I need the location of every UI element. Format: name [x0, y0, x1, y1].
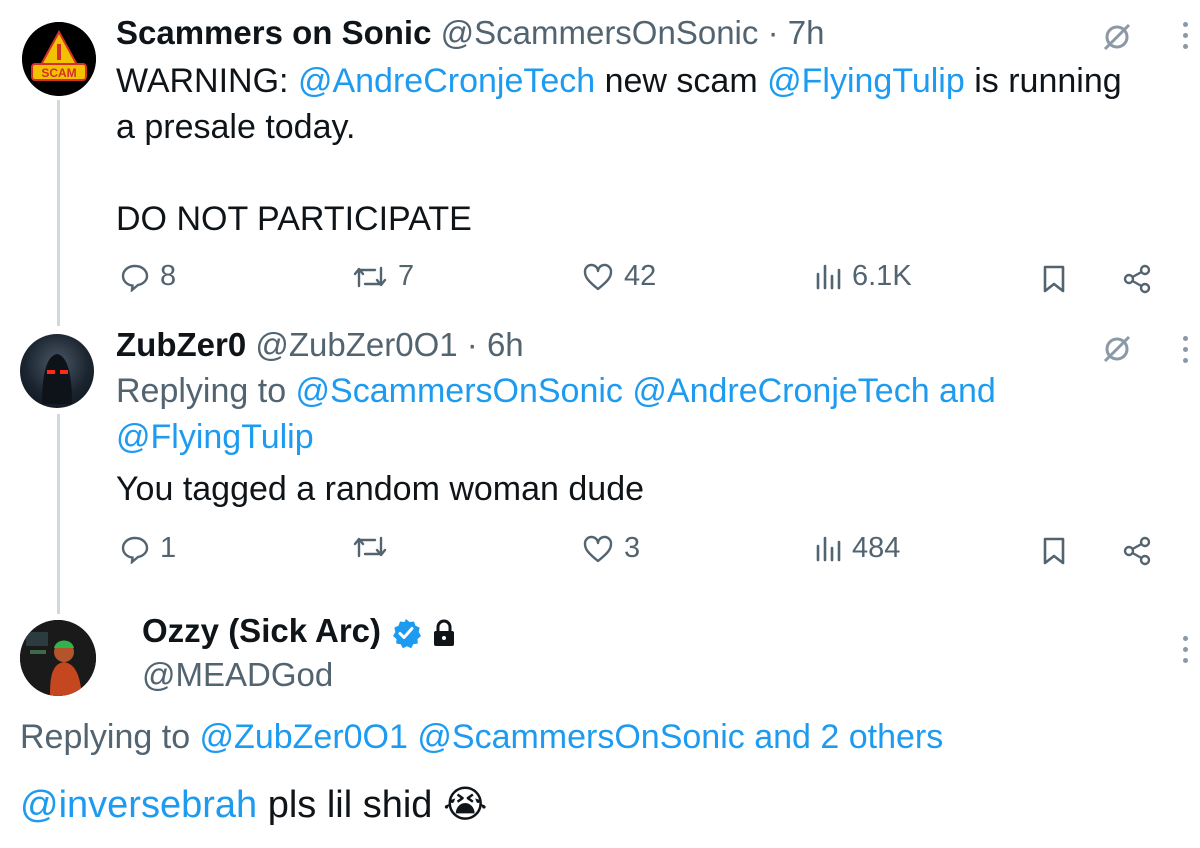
like-button[interactable]: 42 [582, 260, 656, 293]
grok-icon[interactable] [1100, 20, 1134, 54]
views-icon [816, 536, 841, 561]
replying-to: Replying to @ZubZer0O1 @ScammersOnSonic … [20, 718, 944, 756]
display-name[interactable]: Ozzy (Sick Arc) [142, 612, 381, 649]
mention-link[interactable]: @ZubZer0O1 [200, 718, 408, 756]
handle[interactable]: @ZubZer0O1 [255, 326, 457, 363]
views-count: 484 [852, 532, 901, 564]
replying-to: Replying to @ScammersOnSonic @AndreCronj… [116, 372, 996, 456]
views-button[interactable]: 484 [814, 532, 900, 565]
mention-link[interactable]: @FlyingTulip [767, 62, 965, 100]
display-name[interactable]: Scammers on Sonic [116, 14, 431, 51]
thread-line-2 [57, 414, 60, 614]
bookmark-icon[interactable] [1042, 264, 1066, 294]
robot-face-icon [42, 354, 72, 404]
avatar[interactable] [20, 620, 96, 696]
repost-icon [353, 536, 387, 558]
verified-badge-icon [393, 619, 422, 649]
tweet-header: Scammers on Sonic @ScammersOnSonic · 7h [116, 14, 824, 52]
reply-count: 1 [160, 532, 177, 564]
reply-button[interactable]: 1 [120, 532, 176, 565]
repost-icon [353, 266, 387, 287]
tweet-header: ZubZer0 @ZubZer0O1 · 6h [116, 326, 524, 364]
like-button[interactable]: 3 [582, 532, 640, 565]
reply-icon [121, 536, 149, 564]
views-button[interactable]: 6.1K [814, 260, 912, 293]
more-icon[interactable] [1180, 636, 1190, 669]
mention-link[interactable]: @AndreCronjeTech [298, 62, 595, 100]
views-count: 6.1K [852, 260, 912, 292]
mention-link[interactable]: @ScammersOnSonic [417, 718, 744, 756]
avatar[interactable]: SCAM [22, 22, 96, 96]
mention-link[interactable]: @inversebrah [20, 784, 257, 826]
tweet-header: Ozzy (Sick Arc) [142, 612, 457, 650]
crying-face-emoji: 😭 [443, 784, 488, 826]
share-icon[interactable] [1122, 264, 1152, 294]
mention-link[interactable]: @FlyingTulip [116, 418, 314, 456]
avatar-label: SCAM [41, 66, 77, 80]
scam-warning-icon [22, 22, 96, 96]
repost-count: 7 [398, 260, 415, 292]
share-icon[interactable] [1122, 536, 1152, 566]
tweet-text: WARNING: @AndreCronjeTech new scam @Flyi… [116, 62, 1122, 146]
more-icon[interactable] [1180, 336, 1190, 369]
views-icon [816, 264, 841, 289]
reply-icon [121, 264, 149, 292]
mention-link[interactable]: @AndreCronjeTech [632, 372, 929, 410]
thread-line-1 [57, 100, 60, 326]
profile-picture-icon [20, 620, 96, 696]
mention-link[interactable]: @ScammersOnSonic [296, 372, 623, 410]
bookmark-icon[interactable] [1042, 536, 1066, 566]
handle[interactable]: @ScammersOnSonic [441, 14, 759, 51]
tweet-text: You tagged a random woman dude [116, 470, 645, 508]
heart-icon [583, 263, 613, 290]
reply-button[interactable]: 8 [120, 260, 176, 293]
avatar[interactable] [20, 334, 94, 408]
tweet-text-line: DO NOT PARTICIPATE [116, 200, 472, 238]
timestamp[interactable]: · 7h [768, 14, 825, 51]
tweet-text: @inversebrah pls lil shid 😭 [20, 784, 488, 826]
repost-button[interactable] [352, 532, 398, 562]
repost-button[interactable]: 7 [352, 260, 414, 293]
more-icon[interactable] [1180, 22, 1190, 55]
handle[interactable]: @MEADGod [142, 656, 333, 694]
lock-icon [434, 619, 455, 647]
like-count: 3 [624, 532, 641, 564]
grok-icon[interactable] [1100, 332, 1134, 366]
display-name[interactable]: ZubZer0 [116, 326, 246, 363]
like-count: 42 [624, 260, 657, 292]
timestamp[interactable]: · 6h [467, 326, 524, 363]
heart-icon [583, 535, 613, 562]
reply-count: 8 [160, 260, 177, 292]
